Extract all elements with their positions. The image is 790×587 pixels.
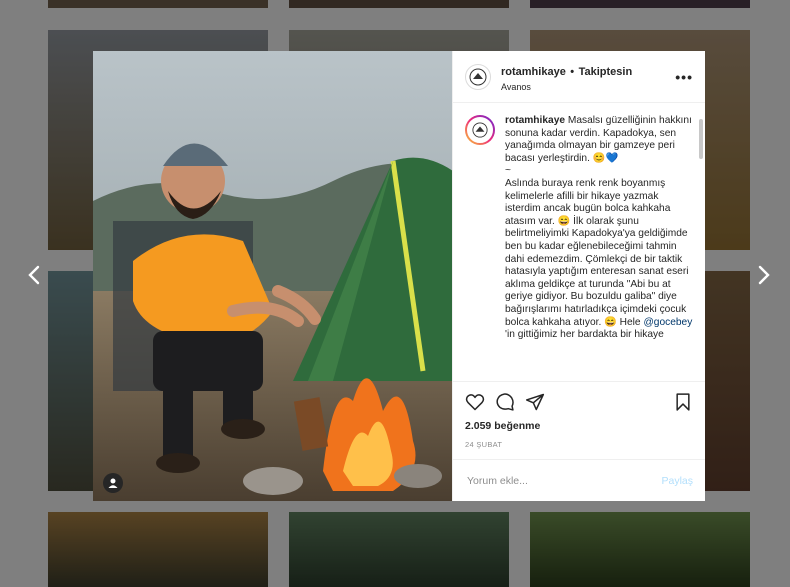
previous-post-arrow[interactable] bbox=[22, 262, 46, 290]
grid-tile[interactable] bbox=[530, 0, 750, 8]
caption-scrollbar[interactable] bbox=[699, 119, 703, 159]
caption-paragraph-3-end: 'in gittiğimiz her bardakta bir hikaye bbox=[505, 329, 664, 341]
post-actions: 2.059 beğenme 24 ŞUBAT bbox=[453, 381, 705, 449]
comment-icon[interactable] bbox=[495, 392, 515, 412]
heart-icon[interactable] bbox=[465, 392, 485, 412]
caption-avatar-inner bbox=[467, 117, 493, 143]
grid-tile[interactable] bbox=[48, 512, 268, 587]
mention-link[interactable]: @gocebey bbox=[643, 317, 692, 328]
next-post-arrow[interactable] bbox=[752, 262, 776, 290]
post-sidebar: rotamhikaye • Takiptesin Avanos ••• rota… bbox=[452, 51, 705, 501]
more-options-button[interactable]: ••• bbox=[675, 69, 693, 85]
avatar[interactable] bbox=[465, 63, 491, 90]
share-icon[interactable] bbox=[525, 392, 545, 412]
camping-photo-illustration bbox=[93, 51, 452, 501]
caption-area: rotamhikaye Masalsı güzelliğinin hakkını… bbox=[453, 103, 705, 381]
caption-text: rotamhikaye Masalsı güzelliğinin hakkını… bbox=[505, 115, 693, 381]
add-comment-bar: Paylaş bbox=[453, 459, 705, 501]
post-comment-button[interactable]: Paylaş bbox=[661, 475, 693, 487]
caption-avatar[interactable] bbox=[465, 115, 495, 145]
brand-logo-icon bbox=[472, 122, 488, 138]
action-icons bbox=[465, 390, 693, 414]
tagged-users-button[interactable] bbox=[103, 473, 123, 493]
bookmark-icon[interactable] bbox=[673, 392, 693, 412]
post-date[interactable]: 24 ŞUBAT bbox=[465, 440, 693, 449]
user-icon bbox=[108, 478, 118, 488]
comment-input[interactable] bbox=[465, 473, 662, 488]
following-status[interactable]: Takiptesin bbox=[579, 66, 633, 78]
post-header: rotamhikaye • Takiptesin Avanos ••• bbox=[453, 51, 705, 103]
chevron-left-icon bbox=[28, 265, 40, 285]
grid-tile[interactable] bbox=[48, 0, 268, 8]
caption-paragraph-3-start: 😄 Hele bbox=[604, 316, 641, 328]
caption-paragraph-2: Aslında buraya renk renk boyanmış kelime… bbox=[505, 177, 689, 328]
like-count[interactable]: 2.059 beğenme bbox=[465, 420, 693, 432]
location-link[interactable]: Avanos bbox=[501, 82, 675, 92]
post-photo[interactable] bbox=[93, 51, 452, 501]
caption-username[interactable]: rotamhikaye bbox=[505, 115, 565, 126]
chevron-right-icon bbox=[758, 265, 770, 285]
username-link[interactable]: rotamhikaye bbox=[501, 66, 566, 78]
separator-dot: • bbox=[570, 65, 575, 78]
brand-logo-icon bbox=[469, 68, 487, 85]
header-text: rotamhikaye • Takiptesin Avanos bbox=[501, 62, 675, 92]
caption-tilde: ~ bbox=[505, 165, 511, 177]
post-modal: rotamhikaye • Takiptesin Avanos ••• rota… bbox=[93, 51, 705, 501]
grid-tile[interactable] bbox=[289, 0, 509, 8]
grid-tile[interactable] bbox=[530, 512, 750, 587]
grid-tile[interactable] bbox=[289, 512, 509, 587]
